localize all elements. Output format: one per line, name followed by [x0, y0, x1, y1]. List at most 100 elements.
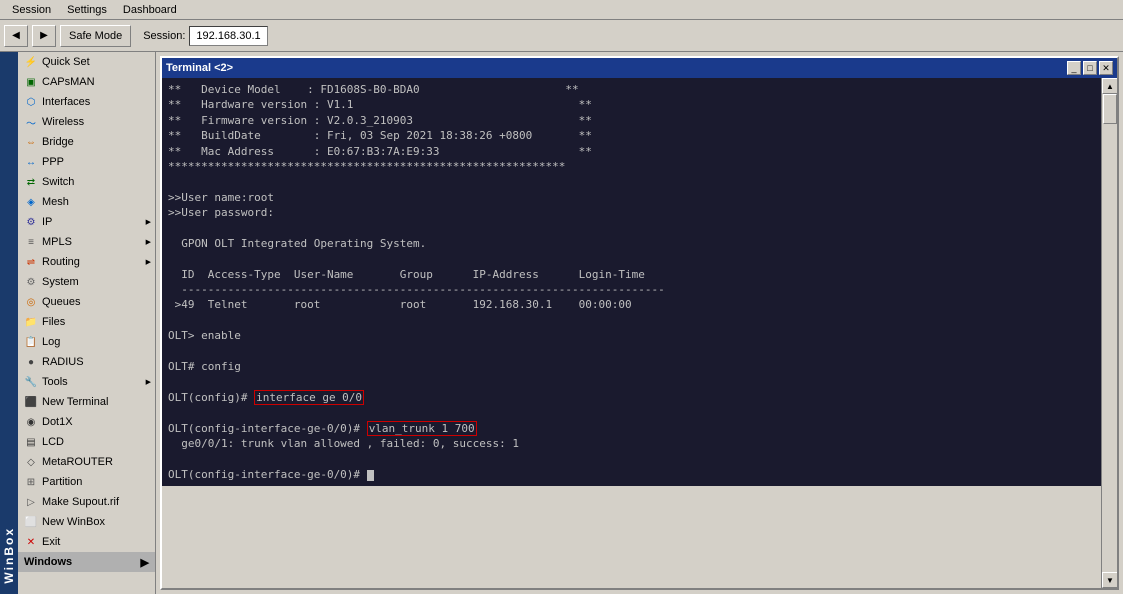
sidebar-item-ip[interactable]: ⚙ IP — [18, 212, 155, 232]
sidebar-item-exit[interactable]: ✕Exit — [18, 532, 155, 552]
sidebar-item-partition[interactable]: ⊞ Partition — [18, 472, 155, 492]
terminal-body[interactable]: ** Device Model : FD1608S-B0-BDA0 ** ** … — [162, 78, 1101, 486]
sidebar-label-ppp: PPP — [42, 156, 64, 168]
sidebar-label-lcd: LCD — [42, 436, 64, 448]
sidebar-label-partition: Partition — [42, 476, 82, 488]
safe-mode-button[interactable]: Safe Mode — [60, 25, 131, 47]
sidebar-label-mpls: MPLS — [42, 236, 72, 248]
sidebar-label-switch: Switch — [42, 176, 74, 188]
sidebar-item-tools[interactable]: 🔧 Tools — [18, 372, 155, 392]
back-button[interactable]: ◀ — [4, 25, 28, 47]
system-icon: ⚙ — [24, 275, 38, 289]
menu-settings[interactable]: Settings — [59, 2, 115, 18]
wireless-icon: 〜 — [24, 115, 38, 129]
sidebar-label-mesh: Mesh — [42, 196, 69, 208]
terminal-scrollbar[interactable]: ▲ ▼ — [1101, 78, 1117, 588]
winbox-side: WinBox — [0, 52, 18, 594]
partition-icon: ⊞ — [24, 475, 38, 489]
sidebar-label-routing: Routing — [42, 256, 80, 268]
sidebar-label-log: Log — [42, 336, 60, 348]
sidebar-label-dot1x: Dot1X — [42, 416, 73, 428]
session-label: Session: — [143, 30, 185, 42]
terminal-close-button[interactable]: ✕ — [1099, 61, 1113, 75]
dot1x-icon: ◉ — [24, 415, 38, 429]
sidebar-item-metarouter[interactable]: ◇ MetaROUTER — [18, 452, 155, 472]
sidebar-label-wireless: Wireless — [42, 116, 84, 128]
sidebar-item-ppp[interactable]: ↔PPP — [18, 152, 155, 172]
sidebar-item-bridge[interactable]: ⇔Bridge — [18, 132, 155, 152]
menu-dashboard[interactable]: Dashboard — [115, 2, 185, 18]
sidebar-item-lcd[interactable]: ▤ LCD — [18, 432, 155, 452]
sidebar-item-radius[interactable]: ●RADIUS — [18, 352, 155, 372]
terminal-scroll-area: ** Device Model : FD1608S-B0-BDA0 ** ** … — [162, 78, 1117, 588]
new-winbox-icon: ⬜ — [24, 515, 38, 529]
windows-arrow: ▶ — [141, 556, 149, 569]
sidebar-item-dot1x[interactable]: ◉ Dot1X — [18, 412, 155, 432]
forward-button[interactable]: ▶ — [32, 25, 56, 47]
sidebar-label-make-supout: Make Supout.rif — [42, 496, 119, 508]
interfaces-icon: ⬡ — [24, 95, 38, 109]
sidebar-item-new-winbox[interactable]: ⬜New WinBox — [18, 512, 155, 532]
routing-icon: ⇌ — [24, 255, 38, 269]
lcd-icon: ▤ — [24, 435, 38, 449]
terminal-content: ** Device Model : FD1608S-B0-BDA0 ** ** … — [162, 78, 1101, 588]
sidebar-label-metarouter: MetaROUTER — [42, 456, 113, 468]
make-supout-icon: ▷ — [24, 495, 38, 509]
queues-icon: ◎ — [24, 295, 38, 309]
terminal-controls: _ □ ✕ — [1067, 61, 1113, 75]
windows-label: Windows — [24, 556, 72, 568]
switch-icon: ⇄ — [24, 175, 38, 189]
new-terminal-icon: ⬛ — [24, 395, 38, 409]
mesh-icon: ◈ — [24, 195, 38, 209]
sidebar-item-new-terminal[interactable]: ⬛ New Terminal — [18, 392, 155, 412]
sidebar-item-make-supout[interactable]: ▷ Make Supout.rif — [18, 492, 155, 512]
sidebar-item-interfaces[interactable]: ⬡ Interfaces — [18, 92, 155, 112]
menu-session[interactable]: Session — [4, 2, 59, 18]
scroll-up-button[interactable]: ▲ — [1102, 78, 1117, 94]
sidebar-item-mpls[interactable]: ≡ MPLS — [18, 232, 155, 252]
sidebar-item-mesh[interactable]: ◈ Mesh — [18, 192, 155, 212]
sidebar-item-routing[interactable]: ⇌ Routing — [18, 252, 155, 272]
scroll-track — [1102, 94, 1117, 572]
sidebar-label-system: System — [42, 276, 79, 288]
capsman-icon: ▣ — [24, 75, 38, 89]
mpls-icon: ≡ — [24, 235, 38, 249]
scroll-thumb[interactable] — [1103, 94, 1117, 124]
sidebar-item-log[interactable]: 📋 Log — [18, 332, 155, 352]
terminal-minimize-button[interactable]: _ — [1067, 61, 1081, 75]
sidebar-item-wireless[interactable]: 〜 Wireless — [18, 112, 155, 132]
scroll-down-button[interactable]: ▼ — [1102, 572, 1117, 588]
metarouter-icon: ◇ — [24, 455, 38, 469]
sidebar-item-switch[interactable]: ⇄ Switch — [18, 172, 155, 192]
terminal-maximize-button[interactable]: □ — [1083, 61, 1097, 75]
sidebar-item-capsman[interactable]: ▣ CAPsMAN — [18, 72, 155, 92]
sidebar-label-queues: Queues — [42, 296, 81, 308]
content-area: Terminal <2> _ □ ✕ ** Device Model : FD1… — [156, 52, 1123, 594]
log-icon: 📋 — [24, 335, 38, 349]
sidebar-wrapper: WinBox ⚡ Quick Set ▣ CAPsMAN ⬡ Interfaces 〜 Wir… — [0, 52, 156, 594]
sidebar-item-files[interactable]: 📁Files — [18, 312, 155, 332]
sidebar-label-bridge: Bridge — [42, 136, 74, 148]
sidebar-item-quick-set[interactable]: ⚡ Quick Set — [18, 52, 155, 72]
sidebar-label-capsman: CAPsMAN — [42, 76, 95, 88]
sidebar-windows-section: Windows ▶ — [18, 552, 155, 572]
ip-icon: ⚙ — [24, 215, 38, 229]
sidebar-label-files: Files — [42, 316, 65, 328]
sidebar-label-radius: RADIUS — [42, 356, 84, 368]
terminal-window: Terminal <2> _ □ ✕ ** Device Model : FD1… — [160, 56, 1119, 590]
sidebar-item-queues[interactable]: ◎ Queues — [18, 292, 155, 312]
session-ip: 192.168.30.1 — [189, 26, 267, 46]
terminal-titlebar: Terminal <2> _ □ ✕ — [162, 58, 1117, 78]
sidebar-label-quick-set: Quick Set — [42, 56, 90, 68]
menu-bar: Session Settings Dashboard — [0, 0, 1123, 20]
sidebar-item-system[interactable]: ⚙ System — [18, 272, 155, 292]
sidebar-label-interfaces: Interfaces — [42, 96, 90, 108]
tools-icon: 🔧 — [24, 375, 38, 389]
sidebar-label-new-terminal: New Terminal — [42, 396, 108, 408]
terminal-title: Terminal <2> — [166, 62, 233, 74]
toolbar: ◀ ▶ Safe Mode Session: 192.168.30.1 — [0, 20, 1123, 52]
sidebar-label-tools: Tools — [42, 376, 68, 388]
quick-set-icon: ⚡ — [24, 55, 38, 69]
winbox-label: WinBox — [2, 527, 16, 584]
sidebar-label-ip: IP — [42, 216, 52, 228]
